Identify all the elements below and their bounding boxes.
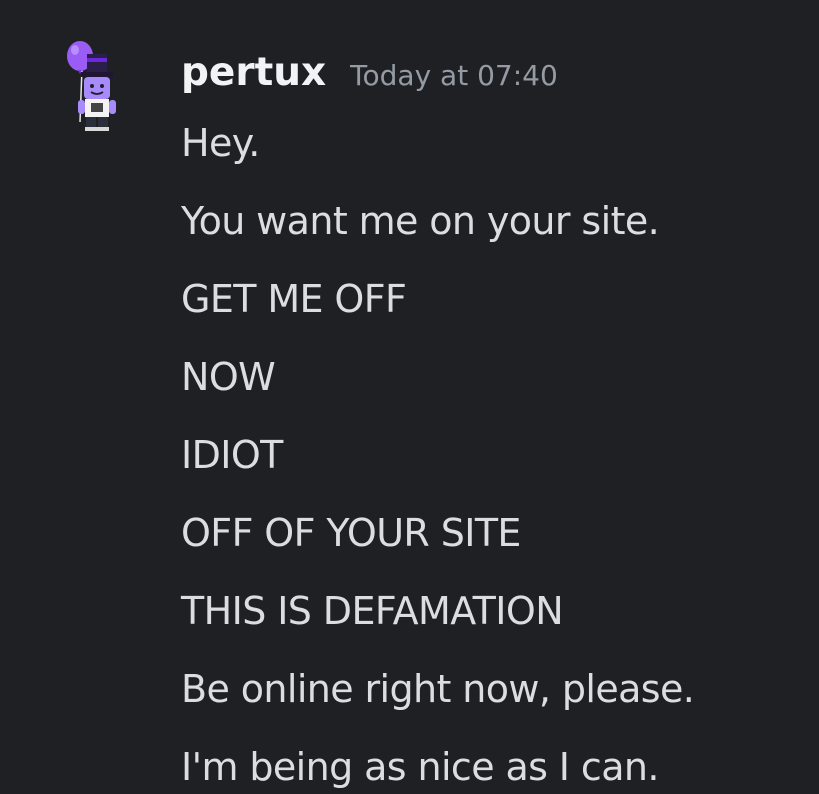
message-line: Be online right now, please. xyxy=(181,667,695,711)
message-header: pertux Today at 07:40 xyxy=(181,46,558,100)
username[interactable]: pertux xyxy=(181,46,326,100)
avatar[interactable] xyxy=(58,38,120,134)
message-line: You want me on your site. xyxy=(181,199,660,243)
message-line: GET ME OFF xyxy=(181,277,407,321)
message-line: OFF OF YOUR SITE xyxy=(181,511,521,555)
message-line: THIS IS DEFAMATION xyxy=(181,589,564,633)
timestamp[interactable]: Today at 07:40 xyxy=(350,49,558,103)
message-line: IDIOT xyxy=(181,433,283,477)
purple-balloon-character-avatar-icon xyxy=(67,41,116,131)
message-line: Hey. xyxy=(181,121,260,165)
message-line: I'm being as nice as I can. xyxy=(181,745,659,789)
chat-message-group: pertux Today at 07:40 Hey. You want me o… xyxy=(0,0,819,794)
message-line: NOW xyxy=(181,355,276,399)
message-content: Hey. You want me on your site. GET ME OF… xyxy=(181,104,695,794)
